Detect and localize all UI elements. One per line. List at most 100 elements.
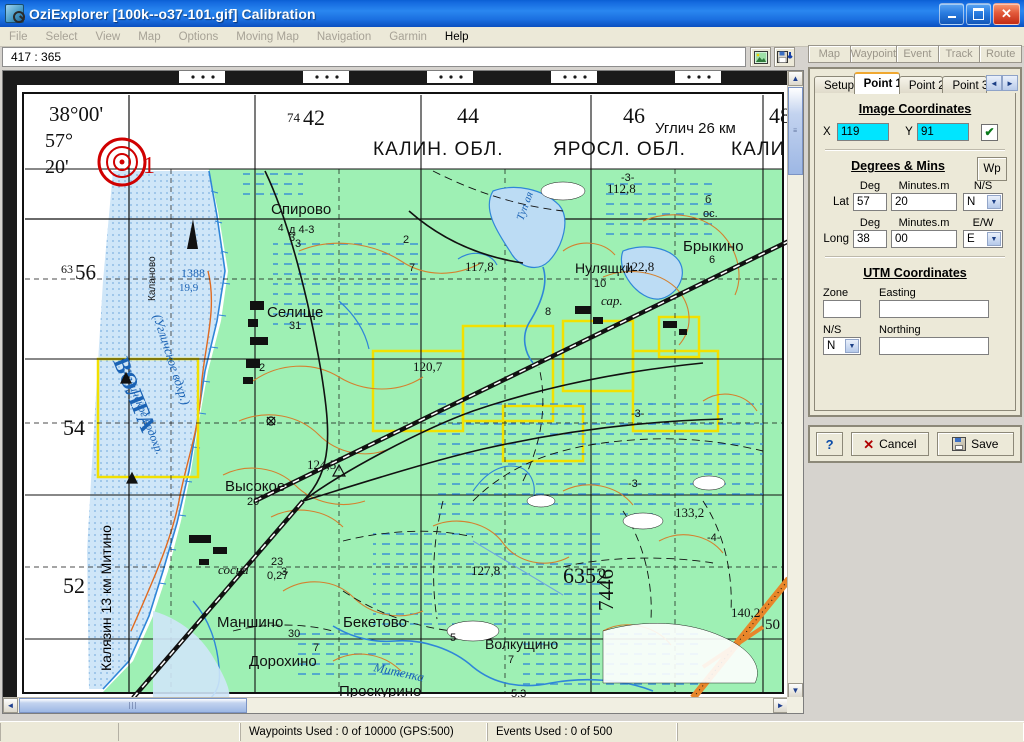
map-canvas[interactable]: 1 38°00' 57° 20' 74 42 44 46 48 63 56: [3, 71, 788, 698]
image-x-input[interactable]: 119: [837, 123, 889, 141]
svg-text:127,8: 127,8: [471, 563, 500, 578]
utm-northing-input[interactable]: [879, 337, 989, 355]
menu-garmin[interactable]: Garmin: [380, 29, 436, 45]
svg-text:Дорохино: Дорохино: [249, 653, 317, 670]
save-map-icon[interactable]: [774, 47, 795, 67]
svg-text:Спирово: Спирово: [271, 201, 331, 218]
lat-hemisphere-select[interactable]: N ▼: [963, 193, 1003, 211]
utm-easting-input[interactable]: [879, 300, 989, 318]
svg-text:3: 3: [281, 566, 287, 578]
menu-moving-map[interactable]: Moving Map: [227, 29, 308, 45]
menu-file[interactable]: File: [0, 29, 37, 45]
cancel-button[interactable]: ✕ Cancel: [851, 432, 929, 456]
long-minutes-input[interactable]: 00: [891, 230, 957, 248]
svg-text:4: 4: [278, 223, 284, 234]
svg-text:120,7: 120,7: [413, 359, 443, 374]
svg-text:ЯРОСЛ. ОБЛ.: ЯРОСЛ. ОБЛ.: [553, 139, 686, 160]
image-y-input[interactable]: 91: [917, 123, 969, 141]
svg-text:7: 7: [508, 654, 514, 666]
horizontal-scroll-thumb[interactable]: |||: [19, 698, 247, 713]
svg-text:Волкущино: Волкущино: [485, 636, 558, 652]
lat-minutes-header: Minutes.m: [898, 180, 950, 192]
svg-text:КАЛИ: КАЛИ: [731, 139, 785, 160]
tab-event[interactable]: Event: [896, 45, 938, 63]
utm-hemisphere-select[interactable]: N ▼: [823, 337, 861, 355]
svg-text:1: 1: [143, 153, 155, 179]
tab-setup[interactable]: Setup: [814, 76, 855, 94]
scroll-down-button[interactable]: ▼: [788, 683, 803, 698]
long-hemisphere-select[interactable]: E ▼: [963, 230, 1003, 248]
scroll-right-button[interactable]: ►: [773, 698, 788, 713]
chevron-down-icon-3[interactable]: ▼: [845, 339, 859, 353]
cursor-coordinate-readout: 417 : 365: [2, 47, 746, 67]
chevron-down-icon[interactable]: ▼: [987, 195, 1001, 209]
svg-text:6: 6: [709, 254, 715, 266]
svg-text:124,5: 124,5: [307, 457, 336, 472]
image-icon[interactable]: [750, 47, 771, 67]
utm-zone-input[interactable]: [823, 300, 861, 318]
lat-minutes-input[interactable]: 20: [891, 193, 957, 211]
tab-point-1[interactable]: Point 1: [853, 72, 900, 94]
vertical-scroll-thumb[interactable]: ≡: [788, 87, 803, 175]
menu-map[interactable]: Map: [129, 29, 169, 45]
svg-text:Селище: Селище: [267, 304, 323, 321]
svg-text:б: б: [705, 194, 711, 206]
svg-text:Маншино: Маншино: [217, 614, 283, 631]
svg-text:52: 52: [63, 573, 85, 598]
tab-map[interactable]: Map: [808, 45, 850, 63]
svg-text:20: 20: [247, 496, 259, 508]
window-title: OziExplorer [100k--o37-101.gif] Calibrat…: [29, 5, 316, 22]
save-button[interactable]: Save: [936, 432, 1014, 456]
oziexplorer-icon: [5, 4, 25, 23]
menu-help[interactable]: Help: [436, 29, 478, 45]
x-label: X: [823, 126, 831, 138]
svg-text:54: 54: [63, 415, 85, 440]
menu-view[interactable]: View: [87, 29, 130, 45]
svg-text:Кaлaнoвo: Кaлaнoвo: [147, 256, 158, 301]
close-button[interactable]: ✕: [993, 2, 1020, 25]
svg-text:7446: 7446: [594, 569, 618, 611]
menu-options[interactable]: Options: [170, 29, 228, 45]
minimize-button[interactable]: [939, 2, 964, 25]
svg-text:8: 8: [545, 306, 551, 318]
help-button[interactable]: ?: [816, 432, 844, 456]
map-toolbar: [750, 47, 795, 67]
waypoint-button[interactable]: Wp: [977, 157, 1007, 181]
svg-text:57°: 57°: [45, 130, 73, 152]
cancel-button-label: Cancel: [879, 437, 917, 451]
tab-waypoint[interactable]: Waypoint: [849, 45, 897, 63]
map-vertical-scrollbar[interactable]: ▲ ≡ ▼: [787, 71, 803, 698]
menu-navigation[interactable]: Navigation: [308, 29, 380, 45]
tab-next-button[interactable]: ►: [1002, 75, 1018, 91]
tab-prev-button[interactable]: ◄: [986, 75, 1002, 91]
menu-select[interactable]: Select: [37, 29, 87, 45]
chevron-down-icon-2[interactable]: ▼: [987, 232, 1001, 246]
map-viewport[interactable]: 1 38°00' 57° 20' 74 42 44 46 48 63 56: [2, 70, 804, 714]
point-enabled-checkbox[interactable]: ✔: [981, 123, 998, 141]
degrees-mins-title: Degrees & Mins: [851, 159, 945, 173]
tab-point-3[interactable]: Point 3: [942, 76, 987, 94]
svg-text:Калязин 13 км Митино: Калязин 13 км Митино: [98, 525, 114, 671]
scrollbar-corner: [787, 697, 803, 713]
long-degrees-input[interactable]: 38: [853, 230, 887, 248]
tab-track[interactable]: Track: [937, 45, 980, 63]
svg-text:7: 7: [409, 262, 415, 274]
svg-text:74: 74: [287, 110, 301, 125]
utm-title: UTM Coordinates: [863, 266, 967, 280]
maximize-button[interactable]: [966, 2, 991, 25]
long-label: Long: [823, 233, 849, 245]
events-used-status: Events Used : 0 of 500: [487, 723, 677, 741]
svg-text:56: 56: [75, 260, 96, 284]
divider-2: [825, 256, 1005, 258]
svg-text:Проскурино: Проскурино: [339, 683, 421, 698]
long-minutes-header: Minutes.m: [898, 217, 950, 229]
tab-point-2[interactable]: Point 2: [898, 76, 944, 94]
lat-degrees-input[interactable]: 57: [853, 193, 887, 211]
scroll-left-button[interactable]: ◄: [3, 698, 18, 713]
tab-navigation: ◄ ►: [986, 75, 1018, 91]
map-horizontal-scrollbar[interactable]: ◄ ||| ►: [3, 697, 788, 713]
tab-route[interactable]: Route: [979, 45, 1023, 63]
svg-text:50: 50: [765, 617, 780, 633]
scroll-up-button[interactable]: ▲: [788, 71, 803, 86]
svg-text:2: 2: [403, 234, 409, 246]
